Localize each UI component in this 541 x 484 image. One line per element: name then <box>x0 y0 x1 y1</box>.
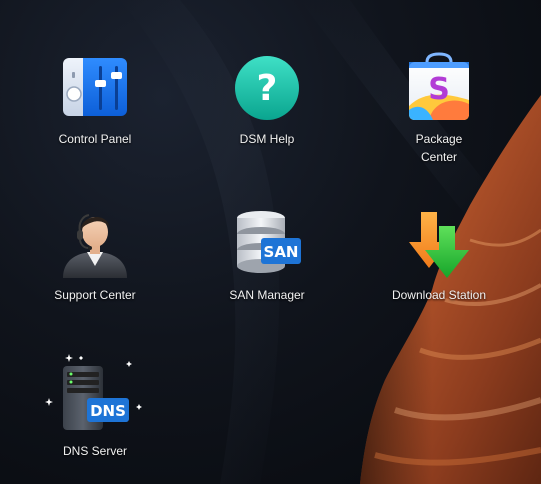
download-station-label: Download Station <box>391 288 487 302</box>
package-center-icon: S <box>409 52 469 120</box>
download-arrows-icon <box>409 212 469 278</box>
dsm-help-label: DSM Help <box>239 132 295 146</box>
san-storage-icon: SAN <box>237 211 301 273</box>
dsm-help-shortcut[interactable]: ? DSM Help <box>202 52 332 192</box>
san-manager-shortcut[interactable]: SAN SAN Manager <box>202 208 332 348</box>
control-panel-icon <box>63 58 127 116</box>
help-icon: ? <box>235 56 299 120</box>
dns-server-label: DNS Server <box>62 444 127 458</box>
support-agent-icon <box>63 214 127 278</box>
download-station-shortcut[interactable]: Download Station <box>374 208 504 348</box>
help-glyph: ? <box>257 68 278 109</box>
san-manager-label: SAN Manager <box>229 288 305 302</box>
control-panel-label: Control Panel <box>58 132 132 146</box>
package-center-shortcut[interactable]: S Package Center <box>374 52 504 192</box>
support-center-label: Support Center <box>54 288 136 302</box>
dns-server-icon: DNS <box>45 354 142 430</box>
support-center-shortcut[interactable]: Support Center <box>30 208 160 348</box>
control-panel-shortcut[interactable]: Control Panel <box>30 52 160 192</box>
san-badge: SAN <box>264 243 299 261</box>
package-center-label-line1: Package <box>415 132 463 146</box>
dns-badge: DNS <box>90 402 126 420</box>
package-center-label: Package Center <box>379 130 499 166</box>
package-glyph: S <box>428 72 450 107</box>
desktop: Control Panel ? DSM Help S Package Cente… <box>0 0 541 484</box>
package-center-label-line2: Center <box>420 150 458 164</box>
dns-server-shortcut[interactable]: DNS DNS Server <box>30 354 160 484</box>
